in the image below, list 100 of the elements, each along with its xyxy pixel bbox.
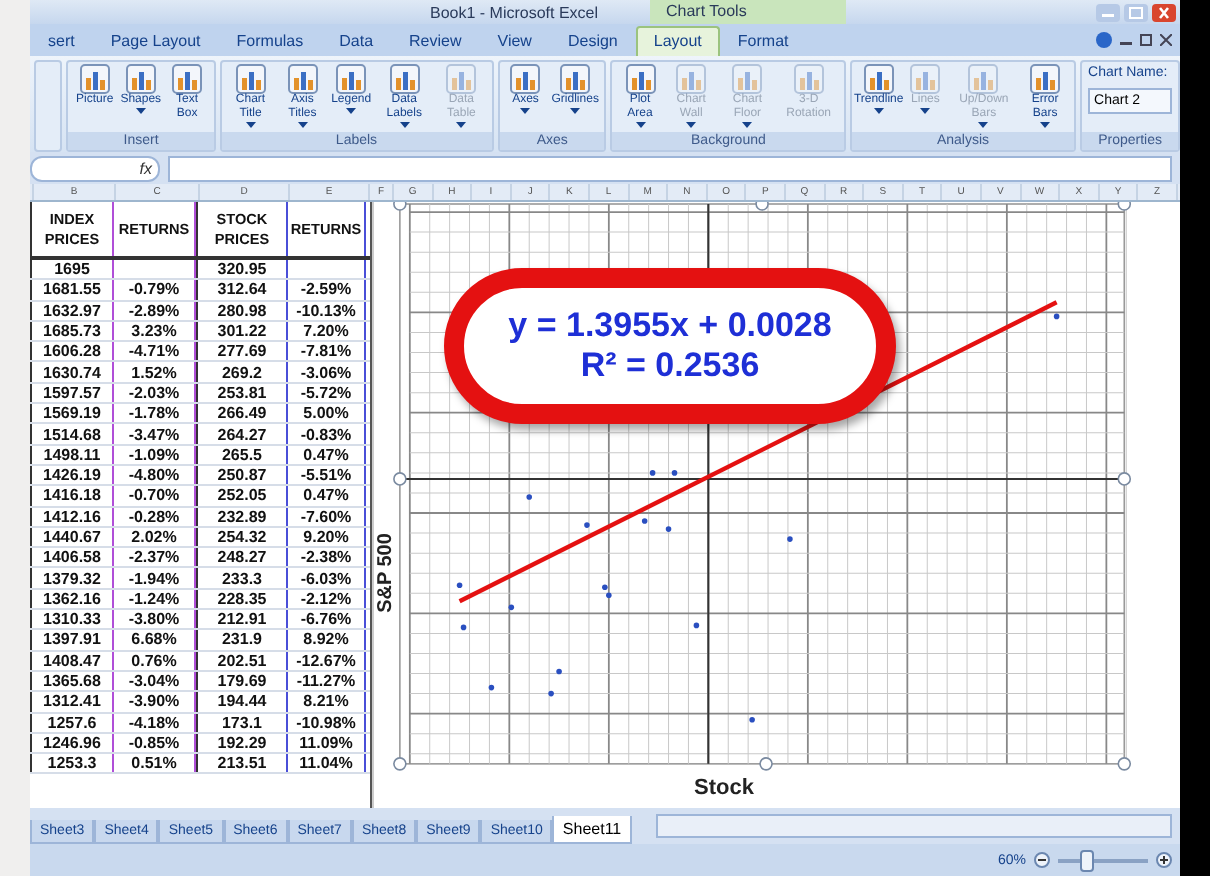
bar-chart-icon [287, 64, 318, 94]
zoom-out-icon[interactable] [1034, 852, 1050, 868]
table-cell: 253.81 [196, 383, 286, 403]
table-cell: 1379.32 [30, 568, 112, 588]
table-cell: 250.87 [196, 465, 286, 485]
caret-icon [1040, 122, 1051, 128]
table-cell: 7.20% [286, 321, 366, 341]
table-cell: -3.06% [286, 362, 366, 382]
table-cell: 1681.55 [30, 280, 112, 300]
table-cell: -10.98% [286, 713, 366, 732]
data-point [584, 522, 590, 528]
data-point [693, 622, 700, 629]
table-cell: -6.03% [286, 568, 366, 588]
table-cell: 1426.19 [30, 465, 112, 485]
table-cell: 3.23% [112, 321, 196, 341]
table-cell: 11.09% [286, 733, 366, 753]
caret-icon [135, 108, 146, 114]
caret-icon [456, 122, 467, 128]
x-axis-title: Stock [694, 776, 754, 800]
table-cell: 1310.33 [30, 610, 112, 629]
restore-icon[interactable] [1140, 34, 1152, 46]
zoom-in-icon[interactable] [1156, 852, 1172, 868]
bar-chart-icon [910, 64, 941, 94]
ribbon-tab[interactable]: Design [549, 26, 636, 56]
caret-icon [245, 122, 256, 128]
bar-chart-icon [446, 64, 477, 94]
table-cell: 1498.11 [30, 445, 112, 464]
data-point [556, 668, 562, 675]
table-cell: 1312.41 [30, 692, 112, 712]
close-icon[interactable] [1152, 3, 1176, 21]
table-cell: -5.51% [286, 465, 366, 485]
table-cell: -0.79% [112, 280, 196, 300]
ribbon-tab[interactable]: Review [391, 26, 480, 56]
table-cell: 265.5 [196, 445, 286, 464]
horizontal-scrollbar[interactable] [655, 814, 1172, 838]
table-cell: 194.44 [196, 692, 286, 712]
table-cell: -3.47% [112, 424, 196, 444]
y-axis-title: S&P 500 [374, 533, 397, 613]
table-cell: 232.89 [196, 507, 286, 526]
bar-chart-icon [863, 64, 894, 94]
resize-handle[interactable] [1117, 202, 1132, 211]
table-cell: -10.13% [286, 301, 366, 320]
table-cell: 1514.68 [30, 424, 112, 444]
table-cell: 0.47% [286, 486, 366, 506]
resize-handle[interactable] [1117, 472, 1132, 486]
ribbon-tab[interactable]: View [479, 26, 550, 56]
data-point [460, 624, 467, 631]
resize-handle[interactable] [759, 757, 773, 771]
function-button[interactable]: fx [30, 155, 160, 181]
bar-chart-icon [732, 64, 763, 94]
data-point [526, 494, 532, 500]
data-point [665, 526, 672, 532]
table-cell: 5.00% [286, 404, 366, 423]
data-point [641, 518, 648, 524]
table-cell [286, 260, 366, 279]
ribbon-tab[interactable]: sert [30, 26, 93, 56]
table-cell: -3.90% [112, 692, 196, 712]
data-point [1053, 313, 1060, 320]
ribbon-tab[interactable]: Page Layout [92, 26, 219, 56]
ribbon-tab[interactable]: Data [321, 26, 392, 56]
bar-chart-icon [172, 64, 203, 94]
table-cell: -0.28% [112, 507, 196, 526]
table-cell: 1246.96 [30, 733, 112, 753]
table-cell: -11.27% [286, 671, 366, 691]
table-cell: 9.20% [286, 527, 366, 547]
table-cell: 1412.16 [30, 507, 112, 526]
bar-chart-icon [336, 64, 367, 94]
table-cell: 11.04% [286, 754, 366, 773]
table-cell: -6.76% [286, 610, 366, 629]
table-cell: 254.32 [196, 527, 286, 547]
resize-handle[interactable] [393, 202, 407, 211]
resize-handle[interactable] [755, 202, 769, 211]
bar-chart-icon [510, 64, 541, 94]
bar-chart-icon [676, 64, 707, 94]
bar-chart-icon [235, 64, 266, 94]
table-cell: 277.69 [196, 342, 286, 361]
table-cell: 202.51 [196, 651, 286, 670]
table-cell: -2.59% [286, 280, 366, 300]
bar-chart-icon [389, 64, 420, 94]
table-cell: -5.72% [286, 383, 366, 403]
bar-chart-icon [625, 64, 656, 94]
table-cell: 179.69 [196, 671, 286, 691]
table-cell: 8.92% [286, 630, 366, 650]
ribbon-tab[interactable]: Format [719, 26, 807, 56]
data-point [649, 470, 656, 476]
ribbon-tab[interactable]: Formulas [218, 26, 322, 56]
slider-thumb[interactable] [1079, 849, 1093, 871]
sheet-tab[interactable]: Sheet11 [552, 816, 632, 844]
table-cell: 1685.73 [30, 321, 112, 341]
resize-handle[interactable] [393, 757, 407, 771]
data-point [508, 604, 515, 611]
table-cell: 0.51% [112, 754, 196, 773]
context-title: Chart Tools [650, 0, 846, 24]
resize-handle[interactable] [1117, 757, 1132, 771]
window-title: Book1 - Microsoft Excel [430, 3, 601, 21]
table-cell: 2.02% [112, 527, 196, 547]
resize-handle[interactable] [393, 472, 407, 486]
formula-input[interactable] [168, 155, 1172, 181]
ribbon-tab[interactable]: Layout [635, 26, 720, 56]
close-icon[interactable] [1160, 34, 1172, 46]
